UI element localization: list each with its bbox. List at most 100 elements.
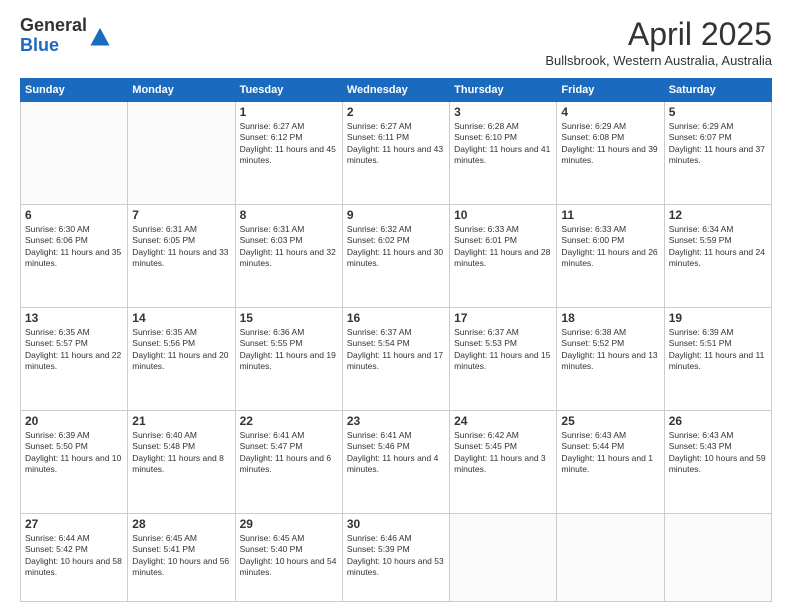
table-row: 25Sunrise: 6:43 AM Sunset: 5:44 PM Dayli… [557, 411, 664, 514]
header-friday: Friday [557, 79, 664, 102]
table-row: 23Sunrise: 6:41 AM Sunset: 5:46 PM Dayli… [342, 411, 449, 514]
calendar: Sunday Monday Tuesday Wednesday Thursday… [20, 78, 772, 602]
day-number: 14 [132, 311, 230, 325]
table-row: 15Sunrise: 6:36 AM Sunset: 5:55 PM Dayli… [235, 308, 342, 411]
table-row: 27 Sunrise: 6:44 AM Sunset: 5:42 PM Dayli… [21, 514, 128, 602]
day-number: 7 [132, 208, 230, 222]
day-number: 9 [347, 208, 445, 222]
day-number: 6 [25, 208, 123, 222]
day-info: Sunrise: 6:31 AM Sunset: 6:05 PM Dayligh… [132, 224, 230, 270]
table-row: 17 Sunrise: 6:37 AM Sunset: 5:53 PM Dayli… [450, 308, 557, 411]
table-row: 22 Sunrise: 6:41 AM Sunset: 5:47 PM Dayli… [235, 411, 342, 514]
table-row [128, 102, 235, 205]
day-info: Sunrise: 6:31 AM Sunset: 6:03 PM Dayligh… [240, 224, 338, 270]
day-number: 19 [669, 311, 767, 325]
day-number: 2 [347, 105, 445, 119]
location: Bullsbrook, Western Australia, Australia [545, 53, 772, 68]
day-number: 10 [454, 208, 552, 222]
header-sunday: Sunday [21, 79, 128, 102]
table-row: 8 Sunrise: 6:31 AM Sunset: 6:03 PM Daylig… [235, 205, 342, 308]
logo: General Blue [20, 16, 111, 56]
month-title: April 2025 [545, 16, 772, 53]
table-row [450, 514, 557, 602]
day-info: Sunrise: 6:33 AM Sunset: 6:01 PM Dayligh… [454, 224, 552, 270]
day-number: 12 [669, 208, 767, 222]
day-info: Sunrise: 6:42 AM Sunset: 5:45 PM Dayligh… [454, 430, 552, 476]
day-info: Sunrise: 6:34 AM Sunset: 5:59 PM Dayligh… [669, 224, 767, 270]
table-row: 12 Sunrise: 6:34 AM Sunset: 5:59 PM Dayli… [664, 205, 771, 308]
day-info: Sunrise: 6:37 AM Sunset: 5:53 PM Dayligh… [454, 327, 552, 373]
day-number: 3 [454, 105, 552, 119]
day-info: Sunrise: 6:35 AM Sunset: 5:57 PM Dayligh… [25, 327, 123, 373]
weekday-header-row: Sunday Monday Tuesday Wednesday Thursday… [21, 79, 772, 102]
table-row: 28 Sunrise: 6:45 AM Sunset: 5:41 PM Dayli… [128, 514, 235, 602]
table-row: 1 Sunrise: 6:27 AM Sunset: 6:12 PM Daylig… [235, 102, 342, 205]
day-number: 8 [240, 208, 338, 222]
day-number: 27 [25, 517, 123, 531]
logo-icon [89, 25, 111, 47]
logo-general: General [20, 15, 87, 35]
header-tuesday: Tuesday [235, 79, 342, 102]
table-row [21, 102, 128, 205]
logo-text: General Blue [20, 16, 87, 56]
table-row: 5 Sunrise: 6:29 AM Sunset: 6:07 PM Daylig… [664, 102, 771, 205]
table-row: 20Sunrise: 6:39 AM Sunset: 5:50 PM Dayli… [21, 411, 128, 514]
day-info: Sunrise: 6:40 AM Sunset: 5:48 PM Dayligh… [132, 430, 230, 476]
table-row: 13 Sunrise: 6:35 AM Sunset: 5:57 PM Dayli… [21, 308, 128, 411]
table-row: 16Sunrise: 6:37 AM Sunset: 5:54 PM Dayli… [342, 308, 449, 411]
table-row: 7 Sunrise: 6:31 AM Sunset: 6:05 PM Daylig… [128, 205, 235, 308]
day-number: 22 [240, 414, 338, 428]
day-number: 28 [132, 517, 230, 531]
day-number: 26 [669, 414, 767, 428]
day-info: Sunrise: 6:27 AM Sunset: 6:11 PM Dayligh… [347, 121, 445, 167]
table-row: 10 Sunrise: 6:33 AM Sunset: 6:01 PM Dayli… [450, 205, 557, 308]
day-info: Sunrise: 6:41 AM Sunset: 5:47 PM Dayligh… [240, 430, 338, 476]
day-number: 17 [454, 311, 552, 325]
day-info: Sunrise: 6:45 AM Sunset: 5:41 PM Dayligh… [132, 533, 230, 579]
table-row [557, 514, 664, 602]
day-info: Sunrise: 6:46 AM Sunset: 5:39 PM Dayligh… [347, 533, 445, 579]
day-number: 30 [347, 517, 445, 531]
day-info: Sunrise: 6:28 AM Sunset: 6:10 PM Dayligh… [454, 121, 552, 167]
table-row: 9 Sunrise: 6:32 AM Sunset: 6:02 PM Daylig… [342, 205, 449, 308]
header: General Blue April 2025 Bullsbrook, West… [20, 16, 772, 68]
day-number: 24 [454, 414, 552, 428]
day-number: 29 [240, 517, 338, 531]
table-row: 6Sunrise: 6:30 AM Sunset: 6:06 PM Daylig… [21, 205, 128, 308]
table-row: 26Sunrise: 6:43 AM Sunset: 5:43 PM Dayli… [664, 411, 771, 514]
day-info: Sunrise: 6:29 AM Sunset: 6:07 PM Dayligh… [669, 121, 767, 167]
table-row: 11 Sunrise: 6:33 AM Sunset: 6:00 PM Dayli… [557, 205, 664, 308]
day-info: Sunrise: 6:33 AM Sunset: 6:00 PM Dayligh… [561, 224, 659, 270]
table-row: 2 Sunrise: 6:27 AM Sunset: 6:11 PM Daylig… [342, 102, 449, 205]
table-row: 14Sunrise: 6:35 AM Sunset: 5:56 PM Dayli… [128, 308, 235, 411]
day-info: Sunrise: 6:37 AM Sunset: 5:54 PM Dayligh… [347, 327, 445, 373]
day-number: 15 [240, 311, 338, 325]
header-wednesday: Wednesday [342, 79, 449, 102]
table-row: 21 Sunrise: 6:40 AM Sunset: 5:48 PM Dayli… [128, 411, 235, 514]
table-row: 4Sunrise: 6:29 AM Sunset: 6:08 PM Daylig… [557, 102, 664, 205]
title-block: April 2025 Bullsbrook, Western Australia… [545, 16, 772, 68]
day-number: 18 [561, 311, 659, 325]
day-info: Sunrise: 6:38 AM Sunset: 5:52 PM Dayligh… [561, 327, 659, 373]
table-row: 19 Sunrise: 6:39 AM Sunset: 5:51 PM Dayli… [664, 308, 771, 411]
day-info: Sunrise: 6:27 AM Sunset: 6:12 PM Dayligh… [240, 121, 338, 167]
header-monday: Monday [128, 79, 235, 102]
table-row: 29 Sunrise: 6:45 AM Sunset: 5:40 PM Dayli… [235, 514, 342, 602]
day-number: 5 [669, 105, 767, 119]
day-number: 21 [132, 414, 230, 428]
table-row: 18 Sunrise: 6:38 AM Sunset: 5:52 PM Dayli… [557, 308, 664, 411]
day-number: 4 [561, 105, 659, 119]
page: General Blue April 2025 Bullsbrook, West… [0, 0, 792, 612]
table-row [664, 514, 771, 602]
day-info: Sunrise: 6:45 AM Sunset: 5:40 PM Dayligh… [240, 533, 338, 579]
day-number: 1 [240, 105, 338, 119]
day-info: Sunrise: 6:32 AM Sunset: 6:02 PM Dayligh… [347, 224, 445, 270]
day-info: Sunrise: 6:44 AM Sunset: 5:42 PM Dayligh… [25, 533, 123, 579]
day-number: 20 [25, 414, 123, 428]
day-number: 25 [561, 414, 659, 428]
day-info: Sunrise: 6:39 AM Sunset: 5:51 PM Dayligh… [669, 327, 767, 373]
day-number: 13 [25, 311, 123, 325]
day-number: 11 [561, 208, 659, 222]
table-row: 24 Sunrise: 6:42 AM Sunset: 5:45 PM Dayli… [450, 411, 557, 514]
header-thursday: Thursday [450, 79, 557, 102]
